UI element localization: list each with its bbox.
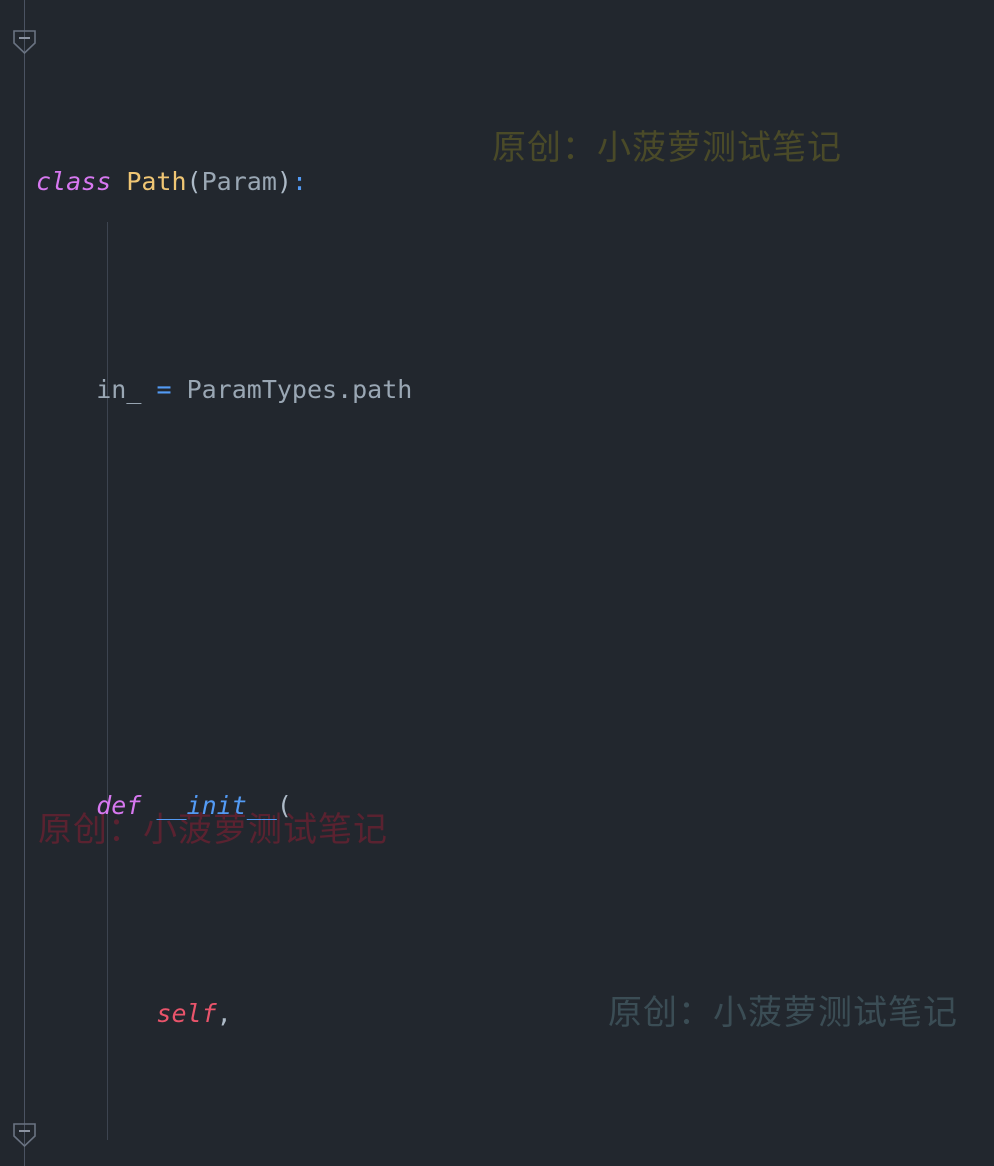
- code-line-5[interactable]: self,: [0, 988, 994, 1040]
- method-name-init: __init__: [156, 791, 277, 820]
- paren-open: (: [276, 791, 292, 820]
- comma: ,: [216, 999, 232, 1028]
- paren-open: (: [186, 167, 202, 196]
- keyword-class: class: [36, 167, 112, 196]
- code-line-1[interactable]: class Path(Param):: [0, 156, 994, 208]
- colon: :: [291, 167, 307, 196]
- code-editor: 原创：小菠萝测试笔记 原创：小菠萝测试笔记 class Path(Param):…: [0, 0, 994, 1166]
- assign-op: =: [156, 375, 172, 404]
- code-line-4[interactable]: def __init__(: [0, 780, 994, 832]
- code-line-2[interactable]: in_ = ParamTypes.path: [0, 364, 994, 416]
- class-name-path: Path: [126, 167, 187, 196]
- keyword-def: def: [96, 791, 142, 820]
- param-self: self: [156, 999, 217, 1028]
- base-class-param: Param: [201, 167, 277, 196]
- attr-in: in_: [96, 375, 142, 404]
- paren-close: ): [276, 167, 292, 196]
- code-line-3-blank[interactable]: [0, 572, 994, 624]
- value-paramtypes-path: ParamTypes.path: [186, 375, 413, 404]
- code-content[interactable]: class Path(Param): in_ = ParamTypes.path…: [0, 0, 994, 1166]
